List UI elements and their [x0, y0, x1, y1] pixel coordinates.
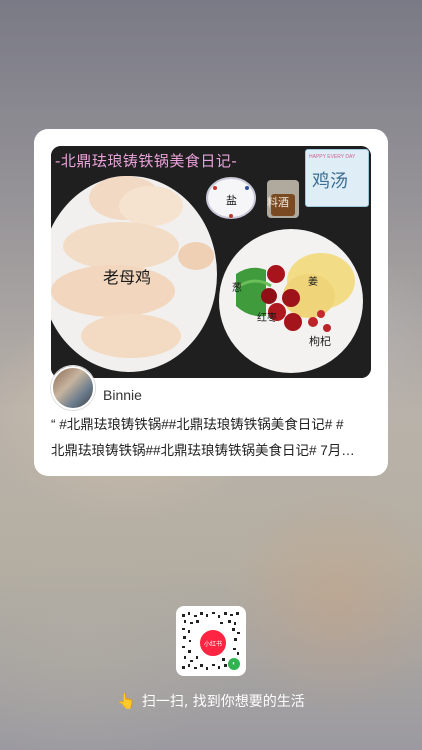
- label-salt: 盐: [226, 194, 237, 207]
- description-line-2: 北鼎珐琅铸铁锅##北鼎珐琅铸铁锅美食日记# 7月…: [51, 443, 355, 458]
- note-description[interactable]: “ #北鼎珐琅铸铁锅##北鼎珐琅铸铁锅美食日记# # 北鼎珐琅铸铁锅##北鼎珐琅…: [51, 412, 373, 464]
- mini-program-icon: ◐: [228, 658, 240, 670]
- label-goji: 枸杞: [309, 335, 331, 348]
- label-chicken: 老母鸡: [103, 268, 152, 287]
- photo-title-overlay: -北鼎珐琅铸铁锅美食日记-: [55, 152, 238, 170]
- sticker-big-text: 鸡汤: [312, 171, 348, 192]
- qr-code[interactable]: 小红书 ◐: [176, 606, 246, 676]
- description-line-1: “ #北鼎珐琅铸铁锅##北鼎珐琅铸铁锅美食日记# #: [51, 417, 344, 432]
- label-wine: 料酒: [267, 196, 289, 209]
- note-cover-photo[interactable]: -北鼎珐琅铸铁锅美食日记- HAPPY EVERY DAY 鸡汤 老母鸡 盐 料…: [51, 146, 371, 378]
- soup-sticker: HAPPY EVERY DAY 鸡汤: [305, 149, 369, 207]
- label-scallion: 葱: [232, 283, 242, 294]
- scan-tip: 👆 扫一扫, 找到你想要的生活: [0, 691, 422, 711]
- pointing-hand-icon: 👆: [117, 692, 136, 710]
- xiaohongshu-logo: 小红书: [198, 628, 228, 658]
- scan-tip-text: 扫一扫, 找到你想要的生活: [141, 694, 305, 710]
- sticker-small-text: HAPPY EVERY DAY: [309, 154, 356, 160]
- avatar[interactable]: [51, 366, 95, 410]
- author-row[interactable]: Binnie: [51, 366, 142, 410]
- label-ginger: 姜: [308, 277, 318, 288]
- author-name[interactable]: Binnie: [103, 387, 142, 403]
- note-card[interactable]: -北鼎珐琅铸铁锅美食日记- HAPPY EVERY DAY 鸡汤 老母鸡 盐 料…: [34, 129, 388, 476]
- label-red-date: 红枣: [257, 313, 277, 324]
